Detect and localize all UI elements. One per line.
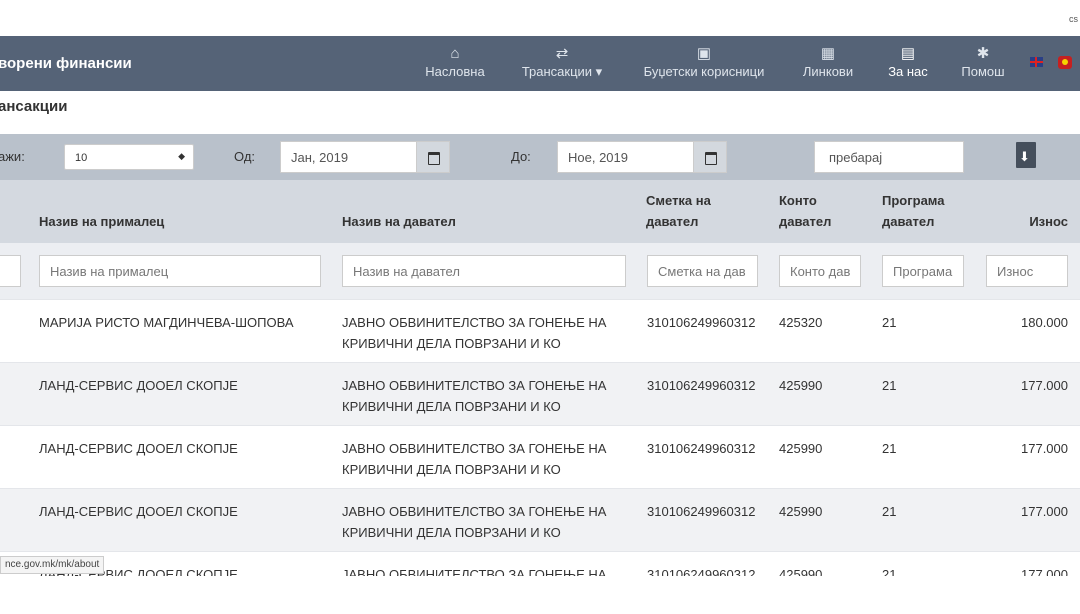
grid-icon: ▦	[820, 45, 836, 62]
nav-about[interactable]: ▤ За нас	[884, 44, 932, 79]
viewport-bottom	[0, 576, 1080, 608]
cell-payer-line2: КРИВИЧНИ ДЕЛА ПОВРЗАНИ И КО	[342, 462, 561, 477]
home-icon: ⌂	[450, 45, 460, 62]
nav-home[interactable]: ⌂ Насловна	[424, 44, 486, 79]
status-url-tooltip: nce.gov.mk/mk/about	[0, 556, 105, 574]
cell-program: 21	[882, 315, 897, 330]
cell-recipient: ЛАНД-СЕРВИС ДООЕЛ СКОПЈЕ	[39, 441, 238, 456]
download-icon[interactable]	[1016, 142, 1036, 168]
cell-konto: 425990	[779, 504, 823, 519]
cell-konto: 425990	[779, 378, 823, 393]
cell-amount: 177.000	[1021, 504, 1068, 519]
nav-links[interactable]: ▦ Линкови	[799, 44, 857, 79]
from-date-input[interactable]: Јан, 2019	[280, 141, 417, 173]
nav-transactions-label: Трансакции ▾	[521, 64, 603, 79]
from-label: Од:	[234, 149, 256, 164]
table-row[interactable]: ЛАНД-СЕРВИС ДООЕЛ СКОПЈЕ ЈАВНО ОБВИНИТЕЛ…	[0, 362, 1080, 425]
id-card-icon: ▤	[900, 45, 916, 62]
calendar-icon	[428, 152, 440, 165]
page-size-label: ажи:	[0, 149, 25, 164]
cell-program: 21	[882, 504, 897, 519]
calendar-icon	[705, 152, 717, 165]
uk-flag-icon[interactable]	[1030, 57, 1043, 67]
cell-program: 21	[882, 378, 897, 393]
cell-recipient: ЛАНД-СЕРВИС ДООЕЛ СКОПЈЕ	[39, 378, 238, 393]
cell-account: 310106249960312	[647, 441, 756, 456]
table-row[interactable]: МАРИЈА РИСТО МАГДИНЧЕВА-ШОПОВА ЈАВНО ОБВ…	[0, 299, 1080, 362]
header-payer[interactable]: Назив на давател	[342, 211, 456, 232]
header-konto[interactable]: Конто давател	[779, 190, 849, 232]
site-brand[interactable]: ворени финансии	[0, 55, 132, 72]
filter-bar: ажи: 10 ◆ Од: Јан, 2019 До: Ное, 2019 пр…	[0, 134, 1080, 180]
cell-konto: 425320	[779, 315, 823, 330]
cell-recipient: ЛАНД-СЕРВИС ДООЕЛ СКОПЈЕ	[39, 504, 238, 519]
nav-about-label: За нас	[888, 64, 928, 79]
filter-payer-input[interactable]: Назив на давател	[342, 255, 626, 287]
nav-budget-users[interactable]: ▣ Буџетски корисници	[638, 44, 770, 79]
nav-transactions[interactable]: ⇄ Трансакции ▾	[516, 44, 608, 80]
corner-text: cs	[1069, 14, 1078, 24]
mk-flag-icon[interactable]	[1058, 56, 1072, 69]
filter-account-input[interactable]: Сметка на дав	[647, 255, 758, 287]
page-title: ансакции	[0, 98, 68, 115]
cell-account: 310106249960312	[647, 378, 756, 393]
cell-program: 21	[882, 441, 897, 456]
briefcase-icon: ▣	[696, 45, 712, 62]
select-caret-icon: ◆	[178, 151, 185, 161]
table-row[interactable]: ЛАНД-СЕРВИС ДООЕЛ СКОПЈЕ ЈАВНО ОБВИНИТЕЛ…	[0, 425, 1080, 488]
cell-account: 310106249960312	[647, 504, 756, 519]
filter-konto-input[interactable]: Конто дав	[779, 255, 861, 287]
filter-recipient-input[interactable]: Назив на прималец	[39, 255, 321, 287]
navbar: ворени финансии ⌂ Насловна ⇄ Трансакции …	[0, 36, 1080, 91]
to-date-input[interactable]: Ное, 2019	[557, 141, 694, 173]
cell-recipient: МАРИЈА РИСТО МАГДИНЧЕВА-ШОПОВА	[39, 315, 294, 330]
cell-payer-line1: ЈАВНО ОБВИНИТЕЛСТВО ЗА ГОНЕЊЕ НА	[342, 315, 607, 330]
cell-payer-line2: КРИВИЧНИ ДЕЛА ПОВРЗАНИ И КО	[342, 399, 561, 414]
to-calendar-button[interactable]	[693, 141, 727, 173]
nav-help-label: Помош	[961, 64, 1005, 79]
header-program[interactable]: Програма давател	[882, 190, 962, 232]
filter-amount-input[interactable]: Износ	[986, 255, 1068, 287]
header-amount[interactable]: Износ	[1000, 211, 1068, 232]
filter-program-input[interactable]: Програма	[882, 255, 964, 287]
nav-budget-users-label: Буџетски корисници	[643, 64, 765, 79]
cell-payer-line2: КРИВИЧНИ ДЕЛА ПОВРЗАНИ И КО	[342, 336, 561, 351]
nav-links-label: Линкови	[802, 64, 854, 79]
cell-amount: 177.000	[1021, 378, 1068, 393]
to-label: До:	[511, 149, 531, 164]
page-size-value: 10	[75, 152, 88, 164]
nav-help[interactable]: ✱ Помош	[958, 44, 1008, 79]
table-row[interactable]: ЛАНД-СЕРВИС ДООЕЛ СКОПЈЕ ЈАВНО ОБВИНИТЕЛ…	[0, 488, 1080, 551]
nav-home-label: Насловна	[425, 64, 485, 79]
table-header: Назив на прималец Назив на давател Сметк…	[0, 180, 1080, 243]
asterisk-icon: ✱	[976, 45, 990, 62]
cell-payer-line2: КРИВИЧНИ ДЕЛА ПОВРЗАНИ И КО	[342, 525, 561, 540]
column-filter-first[interactable]	[0, 255, 21, 287]
cell-payer-line1: ЈАВНО ОБВИНИТЕЛСТВО ЗА ГОНЕЊЕ НА	[342, 378, 607, 393]
cell-konto: 425990	[779, 441, 823, 456]
cell-amount: 180.000	[1021, 315, 1068, 330]
exchange-icon: ⇄	[555, 45, 569, 62]
cell-payer-line1: ЈАВНО ОБВИНИТЕЛСТВО ЗА ГОНЕЊЕ НА	[342, 441, 607, 456]
search-input[interactable]: пребарај	[814, 141, 964, 173]
cell-amount: 177.000	[1021, 441, 1068, 456]
page-size-select[interactable]: 10 ◆	[64, 144, 194, 170]
cell-account: 310106249960312	[647, 315, 756, 330]
header-account[interactable]: Сметка на давател	[646, 190, 746, 232]
cell-payer-line1: ЈАВНО ОБВИНИТЕЛСТВО ЗА ГОНЕЊЕ НА	[342, 504, 607, 519]
column-filter-row: Назив на прималец Назив на давател Сметк…	[0, 243, 1080, 299]
header-recipient[interactable]: Назив на прималец	[39, 211, 164, 232]
from-calendar-button[interactable]	[416, 141, 450, 173]
